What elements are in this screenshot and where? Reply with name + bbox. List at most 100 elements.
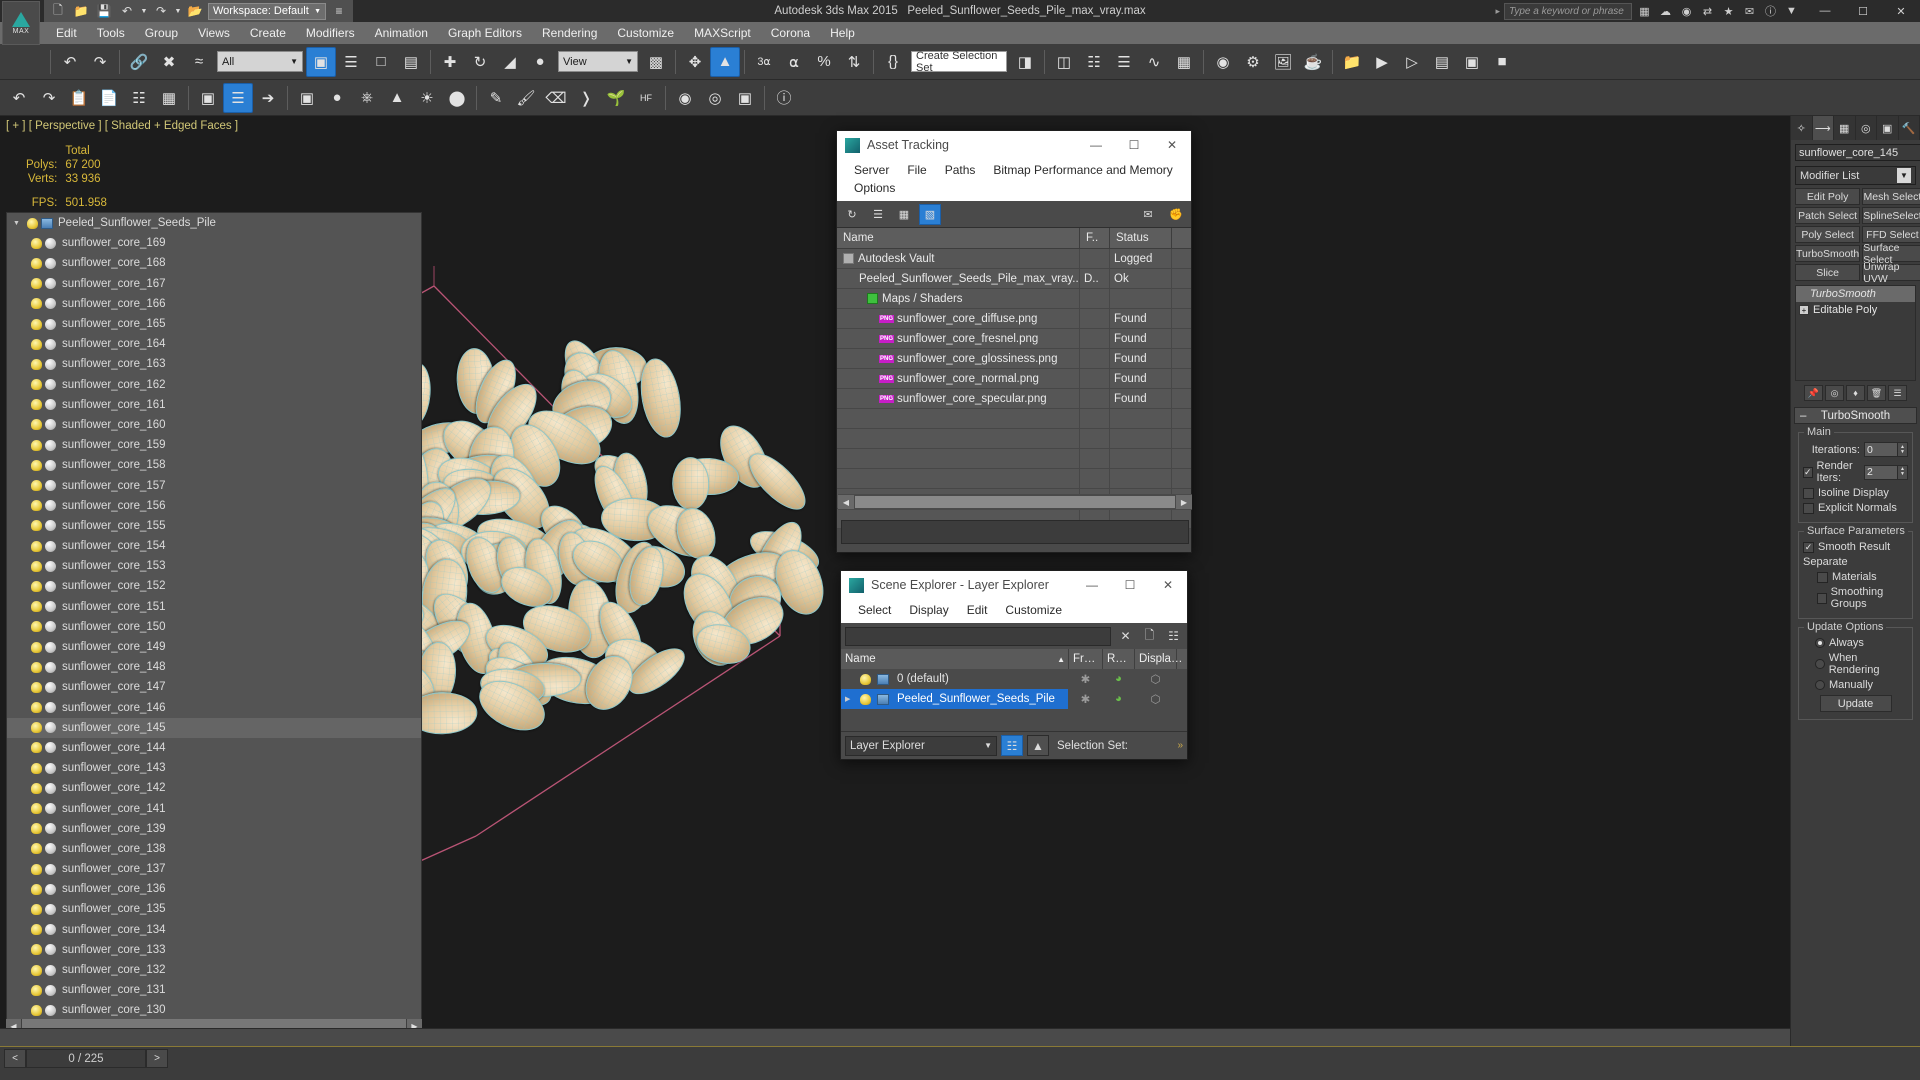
light-bulb-icon[interactable]: [31, 823, 42, 835]
redo-dropdown-icon[interactable]: ▼: [174, 2, 182, 20]
light-bulb-icon[interactable]: [31, 278, 42, 290]
curve-editor-button[interactable]: ∿: [1139, 47, 1169, 77]
at-col-header-1[interactable]: F..: [1080, 227, 1110, 249]
quick-render-button[interactable]: ▣: [1457, 47, 1487, 77]
undo-dropdown-icon[interactable]: ▼: [140, 2, 148, 20]
save-file-icon[interactable]: 💾: [94, 2, 114, 20]
light-bulb-icon[interactable]: [31, 762, 42, 774]
close-button[interactable]: ✕: [1882, 0, 1920, 22]
selection-filter-dropdown[interactable]: All ▼: [217, 51, 303, 72]
scene-tree-item[interactable]: sunflower_core_157: [7, 475, 421, 495]
materials-checkbox[interactable]: [1817, 571, 1828, 583]
eraser-tool-button[interactable]: ⌫: [541, 83, 571, 113]
asset-tracking-hscrollbar[interactable]: ◀ ▶: [838, 494, 1192, 510]
asset-row[interactable]: Maps / Shaders: [837, 288, 1191, 309]
sphere-primitive-button[interactable]: ●: [322, 83, 352, 113]
close-button[interactable]: ✕: [1149, 571, 1187, 599]
spline-tool-button[interactable]: ❭: [571, 83, 601, 113]
scene-tree-item[interactable]: sunflower_core_162: [7, 375, 421, 395]
schematic-view-button[interactable]: ▦: [1169, 47, 1199, 77]
light-bulb-icon[interactable]: [31, 500, 42, 512]
scene-tree-item[interactable]: sunflower_core_153: [7, 556, 421, 576]
hierarchy-tab[interactable]: ▦: [1834, 116, 1856, 140]
asset-row[interactable]: PNG sunflower_core_normal.png Found: [837, 368, 1191, 389]
scene-tree-item[interactable]: sunflower_core_135: [7, 899, 421, 919]
light-bulb-icon[interactable]: [31, 681, 42, 693]
freeze-icon[interactable]: ✱: [1069, 669, 1103, 689]
create-tab[interactable]: ✧: [1791, 116, 1813, 140]
select-and-manipulate-button[interactable]: ✥: [680, 47, 710, 77]
asset-row[interactable]: PNG sunflower_core_diffuse.png Found: [837, 308, 1191, 329]
freeze-icon[interactable]: ✱: [1069, 689, 1103, 709]
scene-tree-item[interactable]: sunflower_core_167: [7, 274, 421, 294]
help-icon[interactable]: ⓘ: [1762, 3, 1779, 20]
spinner-arrows-icon[interactable]: ▲ ▼: [1898, 442, 1908, 457]
scene-tree-item[interactable]: sunflower_core_155: [7, 516, 421, 536]
reference-coordinate-dropdown[interactable]: View ▼: [558, 51, 638, 72]
frame-counter[interactable]: 0 / 225: [26, 1049, 146, 1068]
scene-tree-item[interactable]: sunflower_core_161: [7, 395, 421, 415]
scene-tree-item[interactable]: sunflower_core_159: [7, 435, 421, 455]
scene-tree-item[interactable]: sunflower_core_131: [7, 980, 421, 1000]
light-bulb-icon[interactable]: [31, 379, 42, 391]
select-and-rotate-button[interactable]: ↻: [465, 47, 495, 77]
clone-button[interactable]: ☷: [124, 83, 154, 113]
plant-button[interactable]: 🌱: [601, 83, 631, 113]
at-col-header-0[interactable]: Name: [837, 227, 1080, 249]
make-unique-icon[interactable]: ♦: [1846, 385, 1865, 401]
scene-tree-item[interactable]: sunflower_core_168: [7, 253, 421, 273]
spinner-arrows-icon[interactable]: ▲ ▼: [1898, 464, 1908, 480]
grid-icon[interactable]: ▦: [1636, 3, 1653, 20]
layer-explorer-button[interactable]: ☷: [1079, 47, 1109, 77]
scene-tree-item[interactable]: sunflower_core_156: [7, 496, 421, 516]
box-primitive-button[interactable]: ▣: [292, 83, 322, 113]
light-bulb-icon[interactable]: [31, 338, 42, 350]
array-button[interactable]: ▦: [154, 83, 184, 113]
viewport-label[interactable]: [ + ] [ Perspective ] [ Shaded + Edged F…: [6, 120, 238, 132]
named-selection-set-input[interactable]: Create Selection Set: [911, 50, 1007, 74]
light-bulb-icon[interactable]: [31, 459, 42, 471]
scene-tree-item[interactable]: sunflower_core_150: [7, 617, 421, 637]
light-bulb-icon[interactable]: [31, 318, 42, 330]
modify-tab[interactable]: ⟶: [1812, 116, 1834, 140]
menu-item-maxscript[interactable]: MAXScript: [684, 23, 761, 43]
cone-primitive-button[interactable]: ▲: [382, 83, 412, 113]
detail-view-icon[interactable]: ▦: [893, 204, 915, 225]
toggle-ribbon-button[interactable]: ☰: [1109, 47, 1139, 77]
iterations-spinner[interactable]: ▲▼: [1864, 442, 1908, 457]
use-pivot-center-button[interactable]: ▩: [641, 47, 671, 77]
project-folder-icon[interactable]: 📂: [185, 2, 205, 20]
modifier-stack[interactable]: TurboSmooth + Editable Poly: [1795, 285, 1916, 381]
scene-tree-item[interactable]: sunflower_core_142: [7, 778, 421, 798]
render-iterative-button[interactable]: ▶: [1367, 47, 1397, 77]
pin-stack-icon[interactable]: 📌: [1804, 385, 1823, 401]
menu-item-views[interactable]: Views: [188, 23, 240, 43]
favorites-icon[interactable]: ★: [1720, 3, 1737, 20]
scene-tree-item[interactable]: sunflower_core_139: [7, 819, 421, 839]
render-icon[interactable]: ◕: [1103, 689, 1135, 709]
camera-button[interactable]: ◉: [670, 83, 700, 113]
scene-tree-item[interactable]: sunflower_core_143: [7, 758, 421, 778]
modifier-button-patch-select[interactable]: Patch Select: [1795, 207, 1861, 224]
scene-tree-item[interactable]: sunflower_core_141: [7, 798, 421, 818]
object-name-input[interactable]: [1795, 144, 1920, 161]
copy-button[interactable]: 📋: [64, 83, 94, 113]
grid-view-icon[interactable]: ▧: [919, 203, 941, 225]
redo-icon[interactable]: ↷: [151, 2, 171, 20]
se-col-header-1[interactable]: Fr…: [1069, 649, 1103, 669]
scene-tree-item[interactable]: sunflower_core_132: [7, 960, 421, 980]
light-bulb-icon[interactable]: [31, 520, 42, 532]
scene-tree-item[interactable]: sunflower_core_166: [7, 294, 421, 314]
explorer-mode-dropdown[interactable]: Layer Explorer ▼: [845, 735, 997, 756]
light-bulb-icon[interactable]: [31, 540, 42, 552]
scene-tree-item[interactable]: sunflower_core_138: [7, 839, 421, 859]
menu-item-group[interactable]: Group: [135, 23, 188, 43]
scene-tree-item[interactable]: sunflower_core_152: [7, 576, 421, 596]
display-icon[interactable]: ⬡: [1135, 689, 1177, 709]
scene-tree-item[interactable]: sunflower_core_130: [7, 1000, 421, 1020]
motion-tab[interactable]: ◎: [1856, 116, 1877, 140]
bind-to-space-warp-button[interactable]: ≈: [184, 47, 214, 77]
light-bulb-icon[interactable]: [31, 984, 42, 996]
modifier-button-mesh-select[interactable]: Mesh Select: [1862, 188, 1920, 205]
select-by-name-button-2[interactable]: ☰: [223, 82, 253, 113]
